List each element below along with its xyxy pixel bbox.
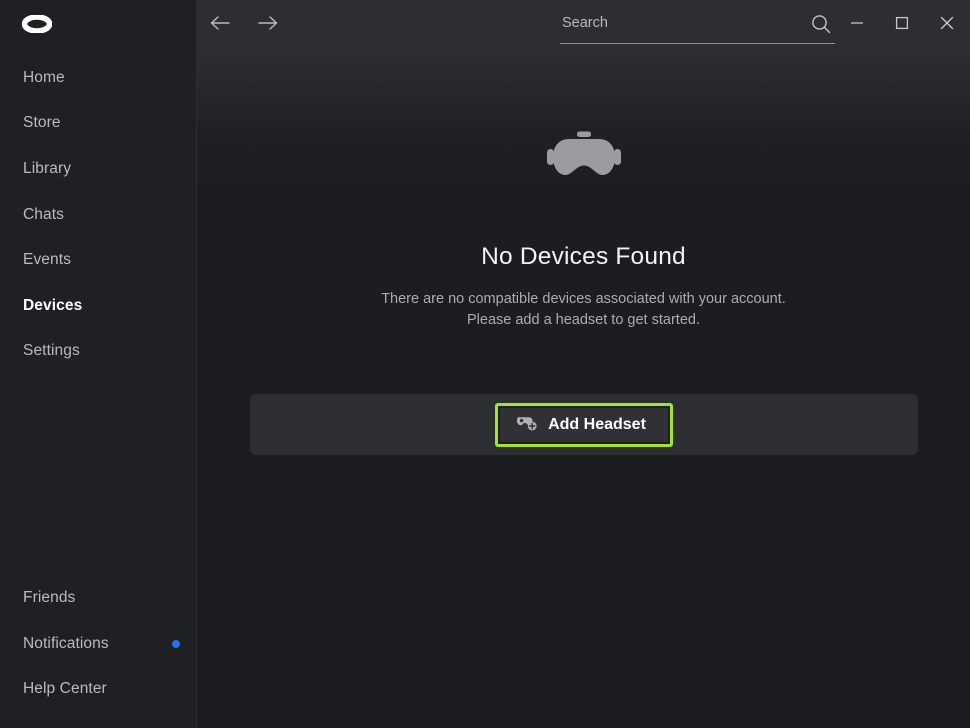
sidebar-item-notifications[interactable]: Notifications <box>0 621 196 667</box>
sidebar-item-label: Notifications <box>23 635 109 653</box>
add-headset-card: Add Headset <box>250 394 918 455</box>
add-headset-highlight-ring: Add Headset <box>495 403 673 447</box>
empty-state-description: There are no compatible devices associat… <box>197 289 970 331</box>
sidebar-item-chats[interactable]: Chats <box>0 192 196 238</box>
sidebar-item-friends[interactable]: Friends <box>0 575 196 621</box>
description-line-2: Please add a headset to get started. <box>197 310 970 331</box>
add-headset-icon <box>516 414 538 436</box>
sidebar-item-events[interactable]: Events <box>0 237 196 283</box>
sidebar-item-label: Devices <box>23 297 82 315</box>
sidebar: Home Store Library Chats Events Devices … <box>0 0 197 728</box>
description-line-1: There are no compatible devices associat… <box>197 289 970 310</box>
add-headset-label: Add Headset <box>548 416 646 434</box>
sidebar-item-label: Events <box>23 251 71 269</box>
page-title: No Devices Found <box>197 243 970 271</box>
empty-state-content: No Devices Found There are no compatible… <box>197 0 970 728</box>
sidebar-item-label: Settings <box>23 342 80 360</box>
sidebar-item-settings[interactable]: Settings <box>0 329 196 375</box>
oculus-app-window: Home Store Library Chats Events Devices … <box>0 0 970 728</box>
sidebar-item-devices[interactable]: Devices <box>0 283 196 329</box>
notification-badge-dot <box>172 640 180 648</box>
sidebar-item-library[interactable]: Library <box>0 146 196 192</box>
sidebar-item-label: Store <box>23 114 61 132</box>
main-panel: No Devices Found There are no compatible… <box>197 0 970 728</box>
sidebar-item-label: Help Center <box>23 680 107 698</box>
sidebar-item-store[interactable]: Store <box>0 101 196 147</box>
sidebar-item-home[interactable]: Home <box>0 55 196 101</box>
sidebar-primary-nav: Home Store Library Chats Events Devices … <box>0 55 196 374</box>
sidebar-item-label: Library <box>23 160 71 178</box>
sidebar-item-label: Friends <box>23 589 75 607</box>
sidebar-item-label: Home <box>23 69 65 87</box>
sidebar-secondary-nav: Friends Notifications Help Center <box>0 575 196 712</box>
sidebar-item-help-center[interactable]: Help Center <box>0 666 196 712</box>
vr-headset-icon <box>197 131 970 183</box>
add-headset-button[interactable]: Add Headset <box>498 406 670 444</box>
oculus-logo-icon[interactable] <box>22 11 52 37</box>
sidebar-item-label: Chats <box>23 206 64 224</box>
